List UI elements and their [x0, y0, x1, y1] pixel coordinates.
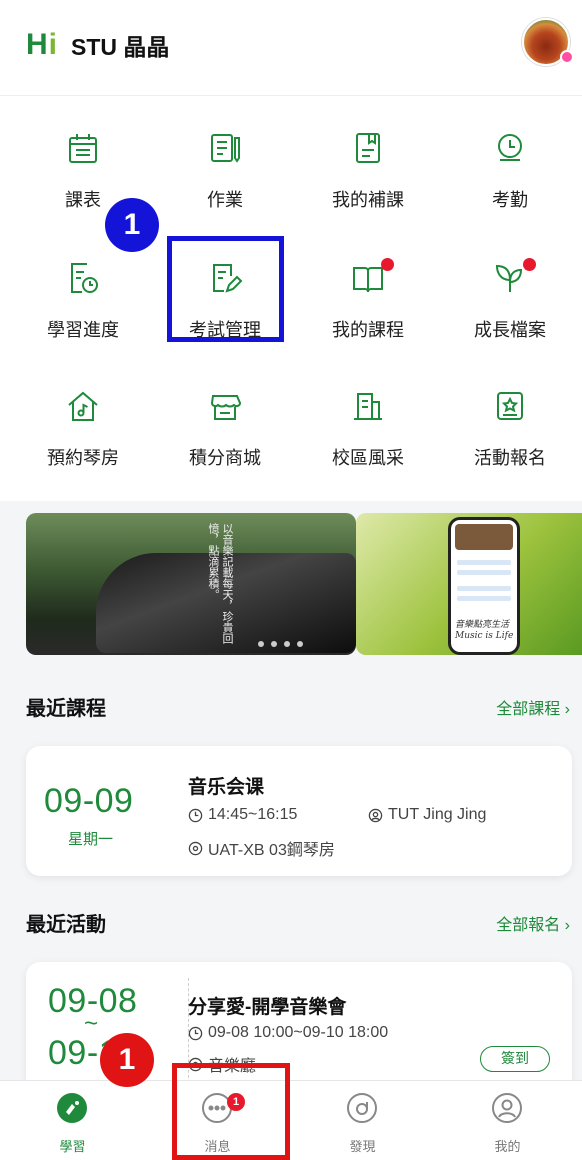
menu-item-my-courses[interactable]: 我的課程 — [303, 236, 433, 346]
tab-study[interactable]: 學習 — [0, 1081, 145, 1160]
profile-icon — [490, 1091, 524, 1125]
store-icon — [207, 388, 243, 424]
menu-label: 活動報名 — [474, 448, 546, 468]
menu-label: 預約琴房 — [47, 448, 119, 468]
banner-slide-piano[interactable]: 以音樂記載每天，珍貴回憶，點滴累積。 — [26, 513, 356, 655]
tab-label: 學習 — [59, 1139, 86, 1154]
app-header: H i STU 晶晶 — [0, 0, 582, 96]
bookmark-doc-icon — [350, 130, 386, 166]
menu-label: 成長檔案 — [474, 320, 546, 340]
attendance-clock-icon — [492, 130, 528, 166]
menu-item-learning-progress[interactable]: 學習進度 — [18, 236, 148, 346]
clock-icon — [188, 808, 203, 822]
step-number-badge: 1 — [100, 1033, 154, 1087]
check-in-button[interactable]: 簽到 — [480, 1046, 550, 1072]
banner-slide-app[interactable]: 音樂點亮生活 Music is Life — [356, 513, 582, 655]
menu-item-book-piano-room[interactable]: 預約琴房 — [18, 364, 148, 474]
bottom-tab-bar: 學習 1 消息 發現 我的 — [0, 1080, 582, 1160]
badge-star-icon — [492, 388, 528, 424]
tab-label: 發現 — [349, 1139, 376, 1154]
step-number-badge: 1 — [105, 198, 159, 252]
phone-caption: 音樂點亮生活 Music is Life — [455, 620, 514, 641]
discover-icon — [345, 1091, 379, 1125]
logo-letter-h: H — [26, 28, 48, 61]
app-logo: H i STU 晶晶 — [26, 28, 169, 62]
menu-label: 校區風采 — [332, 448, 404, 468]
menu-item-campus-showcase[interactable]: 校區風采 — [303, 364, 433, 474]
course-card[interactable]: 09-09 星期一 音乐会课 14:45~16:15 TUT Jing Jing… — [26, 746, 572, 876]
menu-label: 作業 — [207, 190, 243, 210]
menu-label: 學習進度 — [47, 320, 119, 340]
menu-item-points-store[interactable]: 積分商城 — [160, 364, 290, 474]
event-time: 09-08 10:00~09-10 18:00 — [188, 1024, 388, 1042]
course-time: 14:45~16:15 — [188, 806, 297, 824]
all-courses-link[interactable]: 全部課程 › — [496, 695, 570, 719]
homework-icon — [207, 130, 243, 166]
music-house-icon — [65, 388, 101, 424]
banner-poem: 以音樂記載每天，珍貴回憶，點滴累積。 — [207, 523, 234, 644]
section-title-recent-courses: 最近課程 — [26, 698, 106, 720]
phone-mockup-image: 音樂點亮生活 Music is Life — [448, 517, 520, 655]
new-indicator-dot — [381, 258, 394, 271]
all-registrations-link[interactable]: 全部報名 › — [496, 911, 570, 935]
campus-icon — [350, 388, 386, 424]
course-room: UAT-XB 03鋼琴房 — [188, 836, 335, 860]
highlight-exam-management — [167, 236, 284, 342]
menu-label: 考勤 — [492, 190, 528, 210]
feature-menu-grid: 課表 作業 我的補課 考勤 學習進度 考試管理 我的課程 成長檔案 預約琴房 積… — [0, 96, 582, 501]
course-name: 音乐会课 — [188, 777, 265, 798]
menu-item-growth-profile[interactable]: 成長檔案 — [445, 236, 575, 346]
menu-item-homework[interactable]: 作業 — [160, 106, 290, 216]
course-weekday: 星期一 — [68, 831, 114, 848]
menu-label: 我的課程 — [332, 320, 404, 340]
course-teacher: TUT Jing Jing — [368, 806, 486, 824]
app-screen: H i STU 晶晶 課表 作業 我的補課 考勤 學習進度 考試管理 我的課程 … — [0, 0, 582, 1160]
menu-item-makeup-class[interactable]: 我的補課 — [303, 106, 433, 216]
tab-discover[interactable]: 發現 — [290, 1081, 435, 1160]
carousel-indicator — [258, 641, 303, 647]
new-indicator-dot — [523, 258, 536, 271]
menu-label: 積分商城 — [189, 448, 261, 468]
event-name: 分享愛-開學音樂會 — [188, 997, 347, 1018]
calendar-icon — [65, 130, 101, 166]
menu-label: 我的補課 — [332, 190, 404, 210]
location-icon — [188, 841, 203, 855]
logo-letter-i: i — [48, 28, 58, 61]
tab-label: 我的 — [494, 1139, 521, 1154]
highlight-messages-tab — [172, 1063, 290, 1160]
course-date: 09-09 — [44, 782, 134, 820]
user-name: STU 晶晶 — [71, 34, 170, 60]
section-title-recent-events: 最近活動 — [26, 914, 106, 936]
tab-profile[interactable]: 我的 — [435, 1081, 580, 1160]
menu-item-event-registration[interactable]: 活動報名 — [445, 364, 575, 474]
menu-item-attendance[interactable]: 考勤 — [445, 106, 575, 216]
study-icon — [55, 1091, 89, 1125]
avatar-badge-icon — [560, 50, 574, 64]
teacher-icon — [368, 808, 383, 822]
clock-icon — [188, 1026, 203, 1040]
progress-doc-icon — [65, 260, 101, 296]
